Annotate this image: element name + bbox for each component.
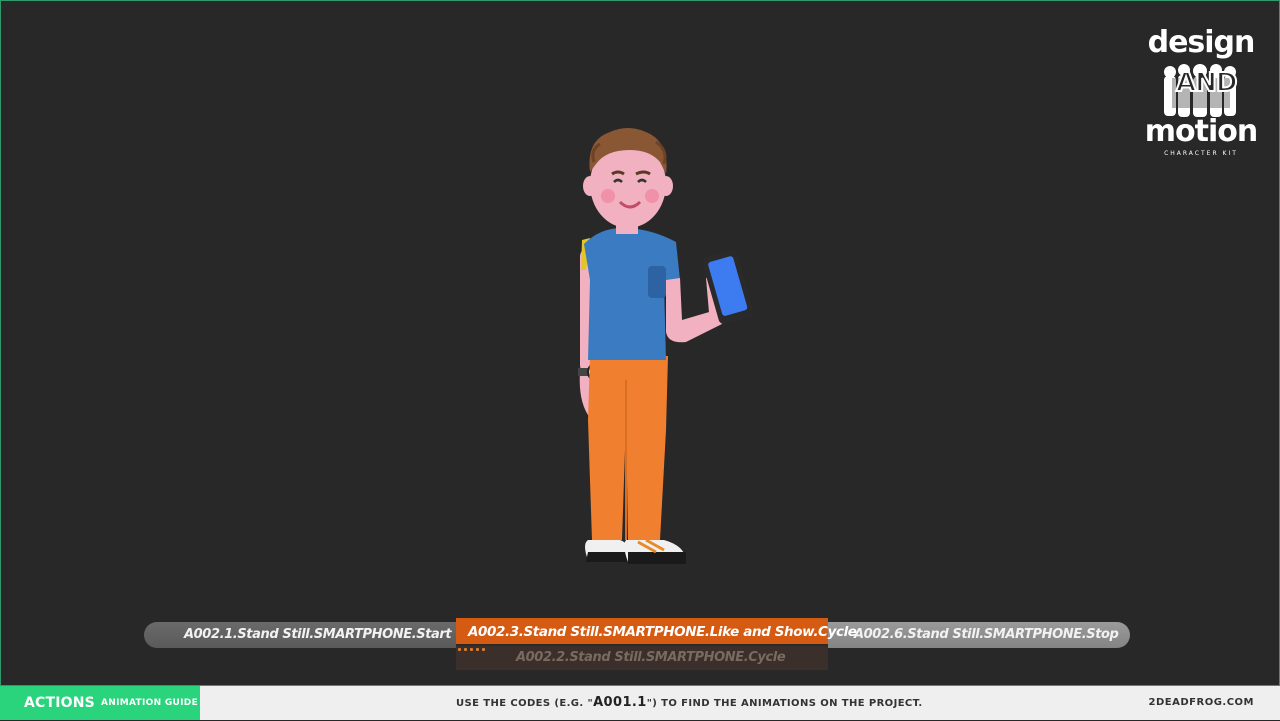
actions-tag-title: ACTIONS bbox=[24, 695, 95, 711]
clip-current[interactable]: A002.3.Stand Still.SMARTPHONE.Like and S… bbox=[456, 618, 857, 646]
logo-word-motion: motion bbox=[1144, 114, 1258, 149]
footer-website-link[interactable]: 2DEADFROG.COM bbox=[1149, 686, 1254, 720]
logo-word-and: AND bbox=[1175, 67, 1238, 99]
logo-and-emblem: AND bbox=[1158, 62, 1244, 120]
logo-word-design: design bbox=[1147, 25, 1256, 60]
character-illustration bbox=[560, 120, 780, 580]
clip-queued-label: A002.2.Stand Still.SMARTPHONE.Cycle bbox=[516, 650, 786, 665]
footer-instructions: USE THE CODES (E.G. "A001.1") TO FIND TH… bbox=[456, 686, 923, 720]
clip-previous[interactable]: A002.1.Stand Still.SMARTPHONE.Start bbox=[144, 622, 474, 648]
footer-message-end: ") TO FIND THE ANIMATIONS ON THE PROJECT… bbox=[646, 698, 923, 709]
footer-bar: ACTIONS ANIMATION GUIDE USE THE CODES (E… bbox=[0, 686, 1280, 720]
clip-queued[interactable]: A002.2.Stand Still.SMARTPHONE.Cycle bbox=[456, 646, 828, 670]
footer-example-code: A001.1 bbox=[593, 695, 647, 710]
playback-progress bbox=[458, 648, 485, 652]
pants bbox=[588, 356, 668, 540]
clip-previous-label: A002.1.Stand Still.SMARTPHONE.Start bbox=[184, 627, 452, 642]
animation-stage: design AND motion CHARACTER KIT A002.1.S… bbox=[0, 0, 1280, 686]
actions-tag-subtitle: ANIMATION GUIDE bbox=[100, 698, 199, 708]
clip-current-label: A002.3.Stand Still.SMARTPHONE.Like and S… bbox=[468, 624, 857, 640]
logo-subtitle: CHARACTER KIT bbox=[1164, 150, 1238, 157]
actions-tag: ACTIONS ANIMATION GUIDE bbox=[0, 686, 200, 720]
footer-message-start: USE THE CODES (E.G. " bbox=[456, 698, 594, 709]
character-with-smartphone bbox=[578, 128, 754, 564]
design-and-motion-logo: design AND motion CHARACTER KIT bbox=[1140, 26, 1262, 186]
clip-next-label: A002.6.Stand Still.SMARTPHONE.Stop bbox=[854, 627, 1119, 642]
